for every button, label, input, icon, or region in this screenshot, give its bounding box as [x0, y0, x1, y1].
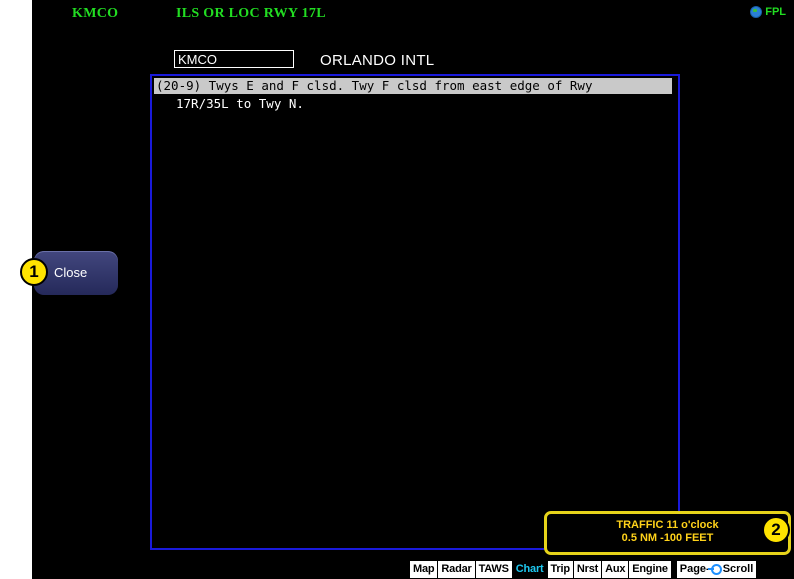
softkey-trip[interactable]: Trip [546, 561, 573, 578]
globe-icon [750, 6, 763, 18]
notam-panel[interactable]: (20-9) Twys E and F clsd. Twy F clsd fro… [150, 74, 680, 550]
fpl-indicator[interactable]: FPL [750, 6, 786, 18]
softkey-taws[interactable]: TAWS [474, 561, 512, 578]
softkey-aux[interactable]: Aux [601, 561, 629, 578]
softkey-nrst[interactable]: Nrst [572, 561, 602, 578]
avionics-screen: KMCO ILS OR LOC RWY 17L FPL KMCO ORLANDO… [32, 0, 794, 579]
page-scroll-control[interactable]: Page- Scroll [676, 561, 757, 578]
softkey-engine[interactable]: Engine [628, 561, 671, 578]
traffic-alert: TRAFFIC 11 o'clock 0.5 NM -100 FEET [544, 511, 791, 555]
knob-icon [707, 564, 722, 575]
callout-marker-2: 2 [762, 516, 790, 544]
softkey-radar[interactable]: Radar [437, 561, 475, 578]
callout-marker-1: 1 [20, 258, 48, 286]
traffic-distance: 0.5 NM -100 FEET [621, 532, 714, 544]
softkey-map[interactable]: Map [410, 561, 438, 578]
header-procedure: ILS OR LOC RWY 17L [176, 6, 326, 21]
notam-line-selected[interactable]: (20-9) Twys E and F clsd. Twy F clsd fro… [154, 78, 672, 94]
notam-line-continuation: 17R/35L to Twy N. [176, 96, 304, 111]
traffic-direction: TRAFFIC 11 o'clock [616, 519, 719, 531]
airport-name: ORLANDO INTL [320, 52, 435, 69]
softkey-bar: Map Radar TAWS Chart Trip Nrst Aux Engin… [410, 561, 757, 578]
page-label: Page- [679, 563, 710, 575]
header-airport: KMCO [72, 6, 119, 21]
airport-identifier-field[interactable]: KMCO [174, 50, 294, 68]
softkey-chart[interactable]: Chart [511, 561, 547, 578]
scroll-label: Scroll [722, 563, 754, 575]
fpl-label: FPL [765, 6, 786, 18]
